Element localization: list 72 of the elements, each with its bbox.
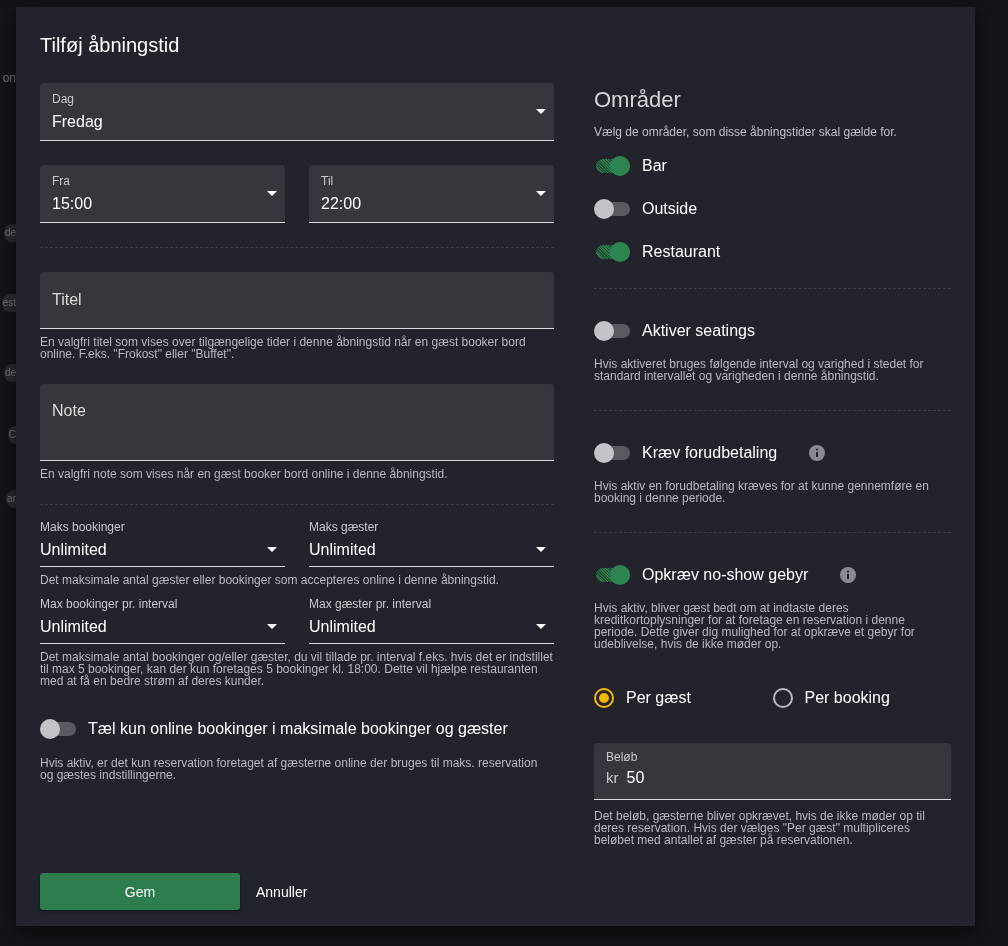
radio-option[interactable]: Per gæst (594, 688, 773, 708)
toggle-label: Outside (642, 200, 698, 218)
background-text: on (2, 70, 16, 86)
toggle-label: Opkræv no-show gebyr (642, 566, 809, 584)
toggle-label: Bar (642, 157, 667, 175)
field-label: Max bookinger pr. interval (40, 597, 179, 611)
select-field[interactable]: Dag Fredag (40, 83, 554, 141)
hint-text: Hvis aktiv, er det kun reservation foretaget af gæsterne online der bruges til maks. reservation og gæstes indstillingerne. (40, 757, 539, 781)
hint-text: Hvis aktiv en forudbetaling kræves for at kunne gennemføre en booking i denne periode. (594, 480, 930, 504)
select-field[interactable]: Fra 15:00 (40, 165, 285, 223)
dropdown-caret-icon (536, 109, 546, 114)
radio-button[interactable] (772, 688, 793, 708)
field-value: Unlimited (309, 540, 376, 560)
hint-text: Det beløb, gæsterne bliver opkrævet, hvis de ikke møder op til deres reservation. Hvis der vælges "Per gæst" multipliceres beløbet med antallet af gæster på reservationen. (594, 810, 926, 846)
field-value: Unlimited (40, 540, 107, 560)
hint-text: Det maksimale antal bookinger og/eller gæster, du vil tillade pr. interval f.eks. hvis det er indstillet til max 5 bookinger, kan der kun foretages 5 bookinger kl. 18:00. Dette vil hjælpe restauranten med at få en bedre strøm af deres kunder. (40, 651, 554, 687)
title-input-field[interactable]: Titel (40, 272, 554, 329)
field-label: Beløb (606, 749, 638, 765)
save-button[interactable]: Gem (40, 873, 240, 910)
toggle-switch[interactable] (594, 156, 630, 176)
field-value: Unlimited (40, 617, 107, 637)
section-description: Vælg de områder, som disse åbningstider skal gælde for. (594, 125, 898, 139)
hint-text: Hvis aktiv, bliver gæst bedt om at indtaste deres kreditkortoplysninger for at foretage en reservation i denne periode. Dette giver dig mulighed for at opkræve et gebyr for udeblivelse, hvis de ikke møder op. (594, 602, 916, 650)
field-label: Maks gæster (309, 520, 380, 534)
dropdown-caret-icon (536, 547, 546, 552)
amount-input-field[interactable]: Beløb kr 50 (594, 743, 951, 800)
toggle-label: Kræv forudbetaling (642, 444, 778, 462)
dropdown-caret-icon (267, 191, 277, 196)
info-icon[interactable] (809, 445, 826, 461)
field-value: 50 (626, 769, 645, 787)
field-value: 22:00 (321, 194, 362, 214)
field-value: Fredag (52, 112, 103, 132)
field-label: Til (321, 173, 334, 189)
select-field[interactable]: Max bookinger pr. interval Unlimited (40, 600, 285, 644)
select-field[interactable]: Maks gæster Unlimited (309, 523, 554, 567)
select-field[interactable]: Max gæster pr. interval Unlimited (309, 600, 554, 644)
dropdown-caret-icon (267, 547, 277, 552)
toggle-switch[interactable] (594, 242, 630, 262)
note-input-field[interactable]: Note (40, 384, 554, 461)
select-field[interactable]: Til 22:00 (309, 165, 554, 223)
toggle-label: Tæl kun online bookinger i maksimale bookinger og gæster (88, 720, 508, 738)
field-label: Dag (52, 91, 74, 107)
toggle-switch[interactable] (594, 443, 630, 463)
background-chip: de (3, 364, 16, 382)
field-value: 15:00 (52, 194, 93, 214)
info-icon[interactable] (840, 567, 857, 583)
hint-text: Hvis aktiveret bruges følgende interval og varighed i stedet for standard intervallet og varigheden i denne åbningstid. (594, 358, 925, 382)
hint-text: Det maksimale antal gæster eller bookinger som accepteres online i denne åbningstid. (40, 574, 500, 586)
dropdown-caret-icon (267, 624, 277, 629)
dropdown-caret-icon (536, 191, 546, 196)
dialog-title: Tilføj åbningstid (40, 33, 181, 57)
background-chip: C (7, 426, 16, 444)
toggle-label: Aktiver seatings (642, 322, 755, 340)
field-label: Max gæster pr. interval (309, 597, 433, 611)
currency-prefix: kr (606, 769, 619, 786)
toggle-switch[interactable] (594, 199, 630, 219)
select-field[interactable]: Maks bookinger Unlimited (40, 523, 285, 567)
background-chip: de (3, 224, 16, 242)
hint-text: En valgfri titel som vises over tilgængelige tider i denne åbningstid når en gæst booker bord online. F.eks. "Frokost" eller "Buffet". (40, 336, 527, 360)
radio-button[interactable] (594, 688, 614, 708)
toggle-switch[interactable] (594, 565, 630, 585)
dropdown-caret-icon (536, 624, 546, 629)
hint-text: En valgfri note som vises når en gæst booker bord online i denne åbningstid. (40, 468, 449, 480)
field-label: Fra (52, 173, 70, 189)
radio-option[interactable]: Per booking (772, 688, 951, 708)
section-heading: Områder (594, 87, 682, 113)
field-value: Unlimited (309, 617, 376, 637)
toggle-label: Restaurant (642, 243, 721, 261)
toggle-switch[interactable] (40, 719, 76, 739)
toggle-switch[interactable] (594, 321, 630, 341)
cancel-button[interactable]: Annuller (256, 883, 308, 900)
field-label: Maks bookinger (40, 520, 126, 534)
